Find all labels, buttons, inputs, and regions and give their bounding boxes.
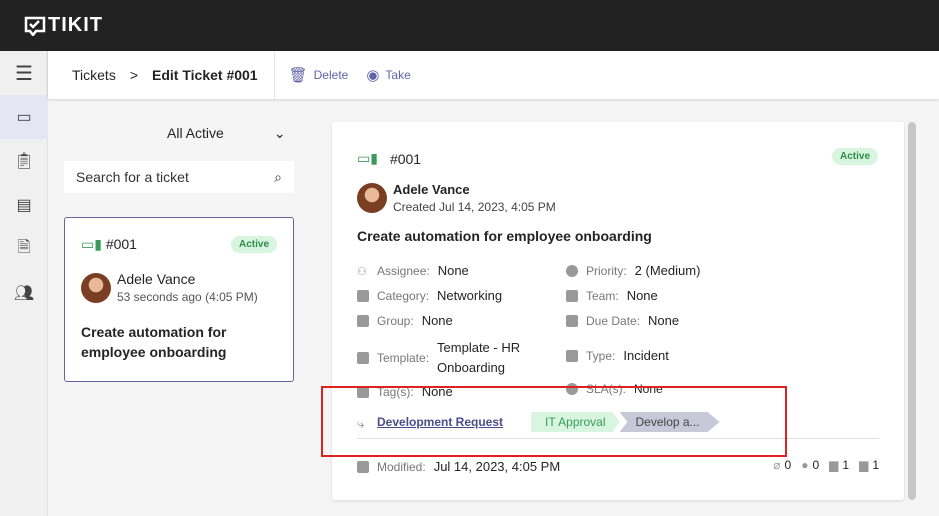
modified-date: Jul 14, 2023, 4:05 PM xyxy=(433,459,561,474)
tag-icon xyxy=(566,349,578,362)
type-value[interactable]: Incident xyxy=(623,348,669,363)
ticket-time: 53 seconds ago (4:05 PM) xyxy=(117,290,258,304)
chevron-right-icon: > xyxy=(129,67,139,83)
priority-value[interactable]: 2 (Medium) xyxy=(635,263,701,278)
take-button[interactable]: ◉ Take xyxy=(366,66,410,84)
filter-dropdown[interactable]: All Active ⌄ xyxy=(167,125,286,142)
requester-name: Adele Vance xyxy=(393,182,470,197)
breadcrumb: Tickets > Edit Ticket #001 xyxy=(48,51,275,99)
nav-tickets-icon[interactable]: ▭ xyxy=(0,95,48,139)
search-input[interactable]: Search for a ticket ⌕ xyxy=(64,161,294,193)
nav-document-icon[interactable]: 🗎 xyxy=(0,227,48,271)
breadcrumb-tickets[interactable]: Tickets xyxy=(72,67,116,83)
tikit-logo-icon xyxy=(24,16,46,36)
ticket-icon: ▭▮ xyxy=(357,150,378,166)
group-value[interactable]: None xyxy=(422,313,453,328)
priority-icon xyxy=(566,264,578,277)
person-circle-icon: ◉ xyxy=(366,67,380,84)
template-value[interactable]: Template - HR Onboarding xyxy=(437,338,537,378)
due-date-value[interactable]: None xyxy=(648,313,679,328)
nav-board-icon[interactable]: ▤ xyxy=(0,183,48,227)
ticket-title: Create automation for employee onboardin… xyxy=(81,324,227,360)
template-icon xyxy=(357,352,369,364)
status-badge: Active xyxy=(230,236,277,253)
calendar-icon xyxy=(357,460,369,473)
requester-name: Adele Vance xyxy=(117,271,196,287)
ticket-list-panel: All Active ⌄ Search for a ticket ⌕ ▭▮ #001… xyxy=(48,99,310,516)
group-icon xyxy=(357,314,369,327)
ticket-icon: ▭▮ xyxy=(81,236,102,252)
search-icon: ⌕ xyxy=(274,169,282,185)
app-bar: TIKIT xyxy=(0,0,939,51)
menu-icon[interactable]: ☰ xyxy=(0,51,48,95)
nav-users-icon[interactable]: 👥︎ xyxy=(0,271,48,315)
scrollbar[interactable] xyxy=(908,122,916,500)
header: Tickets > Edit Ticket #001 🗑︎ Delete ◉ Tak… xyxy=(48,51,939,99)
trash-icon: 🗑︎ xyxy=(288,67,308,84)
team-icon xyxy=(566,289,578,302)
page-title: Edit Ticket #001 xyxy=(152,67,258,83)
avatar xyxy=(81,272,111,303)
created-date: Created Jul 14, 2023, 4:05 PM xyxy=(393,200,556,214)
category-icon xyxy=(357,289,369,302)
avatar xyxy=(357,183,387,213)
status-badge: Active xyxy=(831,148,878,165)
assignee-value[interactable]: None xyxy=(438,263,469,278)
nav-clipboard-icon[interactable]: 📋︎ xyxy=(0,139,48,183)
category-value[interactable]: Networking xyxy=(437,288,502,303)
request-icon: ▆ xyxy=(829,458,839,472)
ticket-title: Create automation for employee onboardin… xyxy=(357,228,652,244)
assignee-icon: ⚇ xyxy=(357,265,367,278)
conversation-icon: ▆ xyxy=(859,458,869,472)
nav-rail: ☰ ▭ 📋︎ ▤ 🗎 👥︎ xyxy=(0,51,48,516)
highlight-box xyxy=(321,386,787,457)
comment-icon: ● xyxy=(801,458,809,472)
ticket-card[interactable]: ▭▮ #001 Active Adele Vance 53 seconds ag… xyxy=(64,217,294,382)
team-value[interactable]: None xyxy=(627,288,658,303)
calendar-icon xyxy=(566,314,578,327)
chevron-down-icon: ⌄ xyxy=(273,125,286,141)
delete-button[interactable]: 🗑︎ Delete xyxy=(289,66,349,84)
attachment-icon: ⌀ xyxy=(773,458,781,472)
app-name: TIKIT xyxy=(48,14,103,36)
